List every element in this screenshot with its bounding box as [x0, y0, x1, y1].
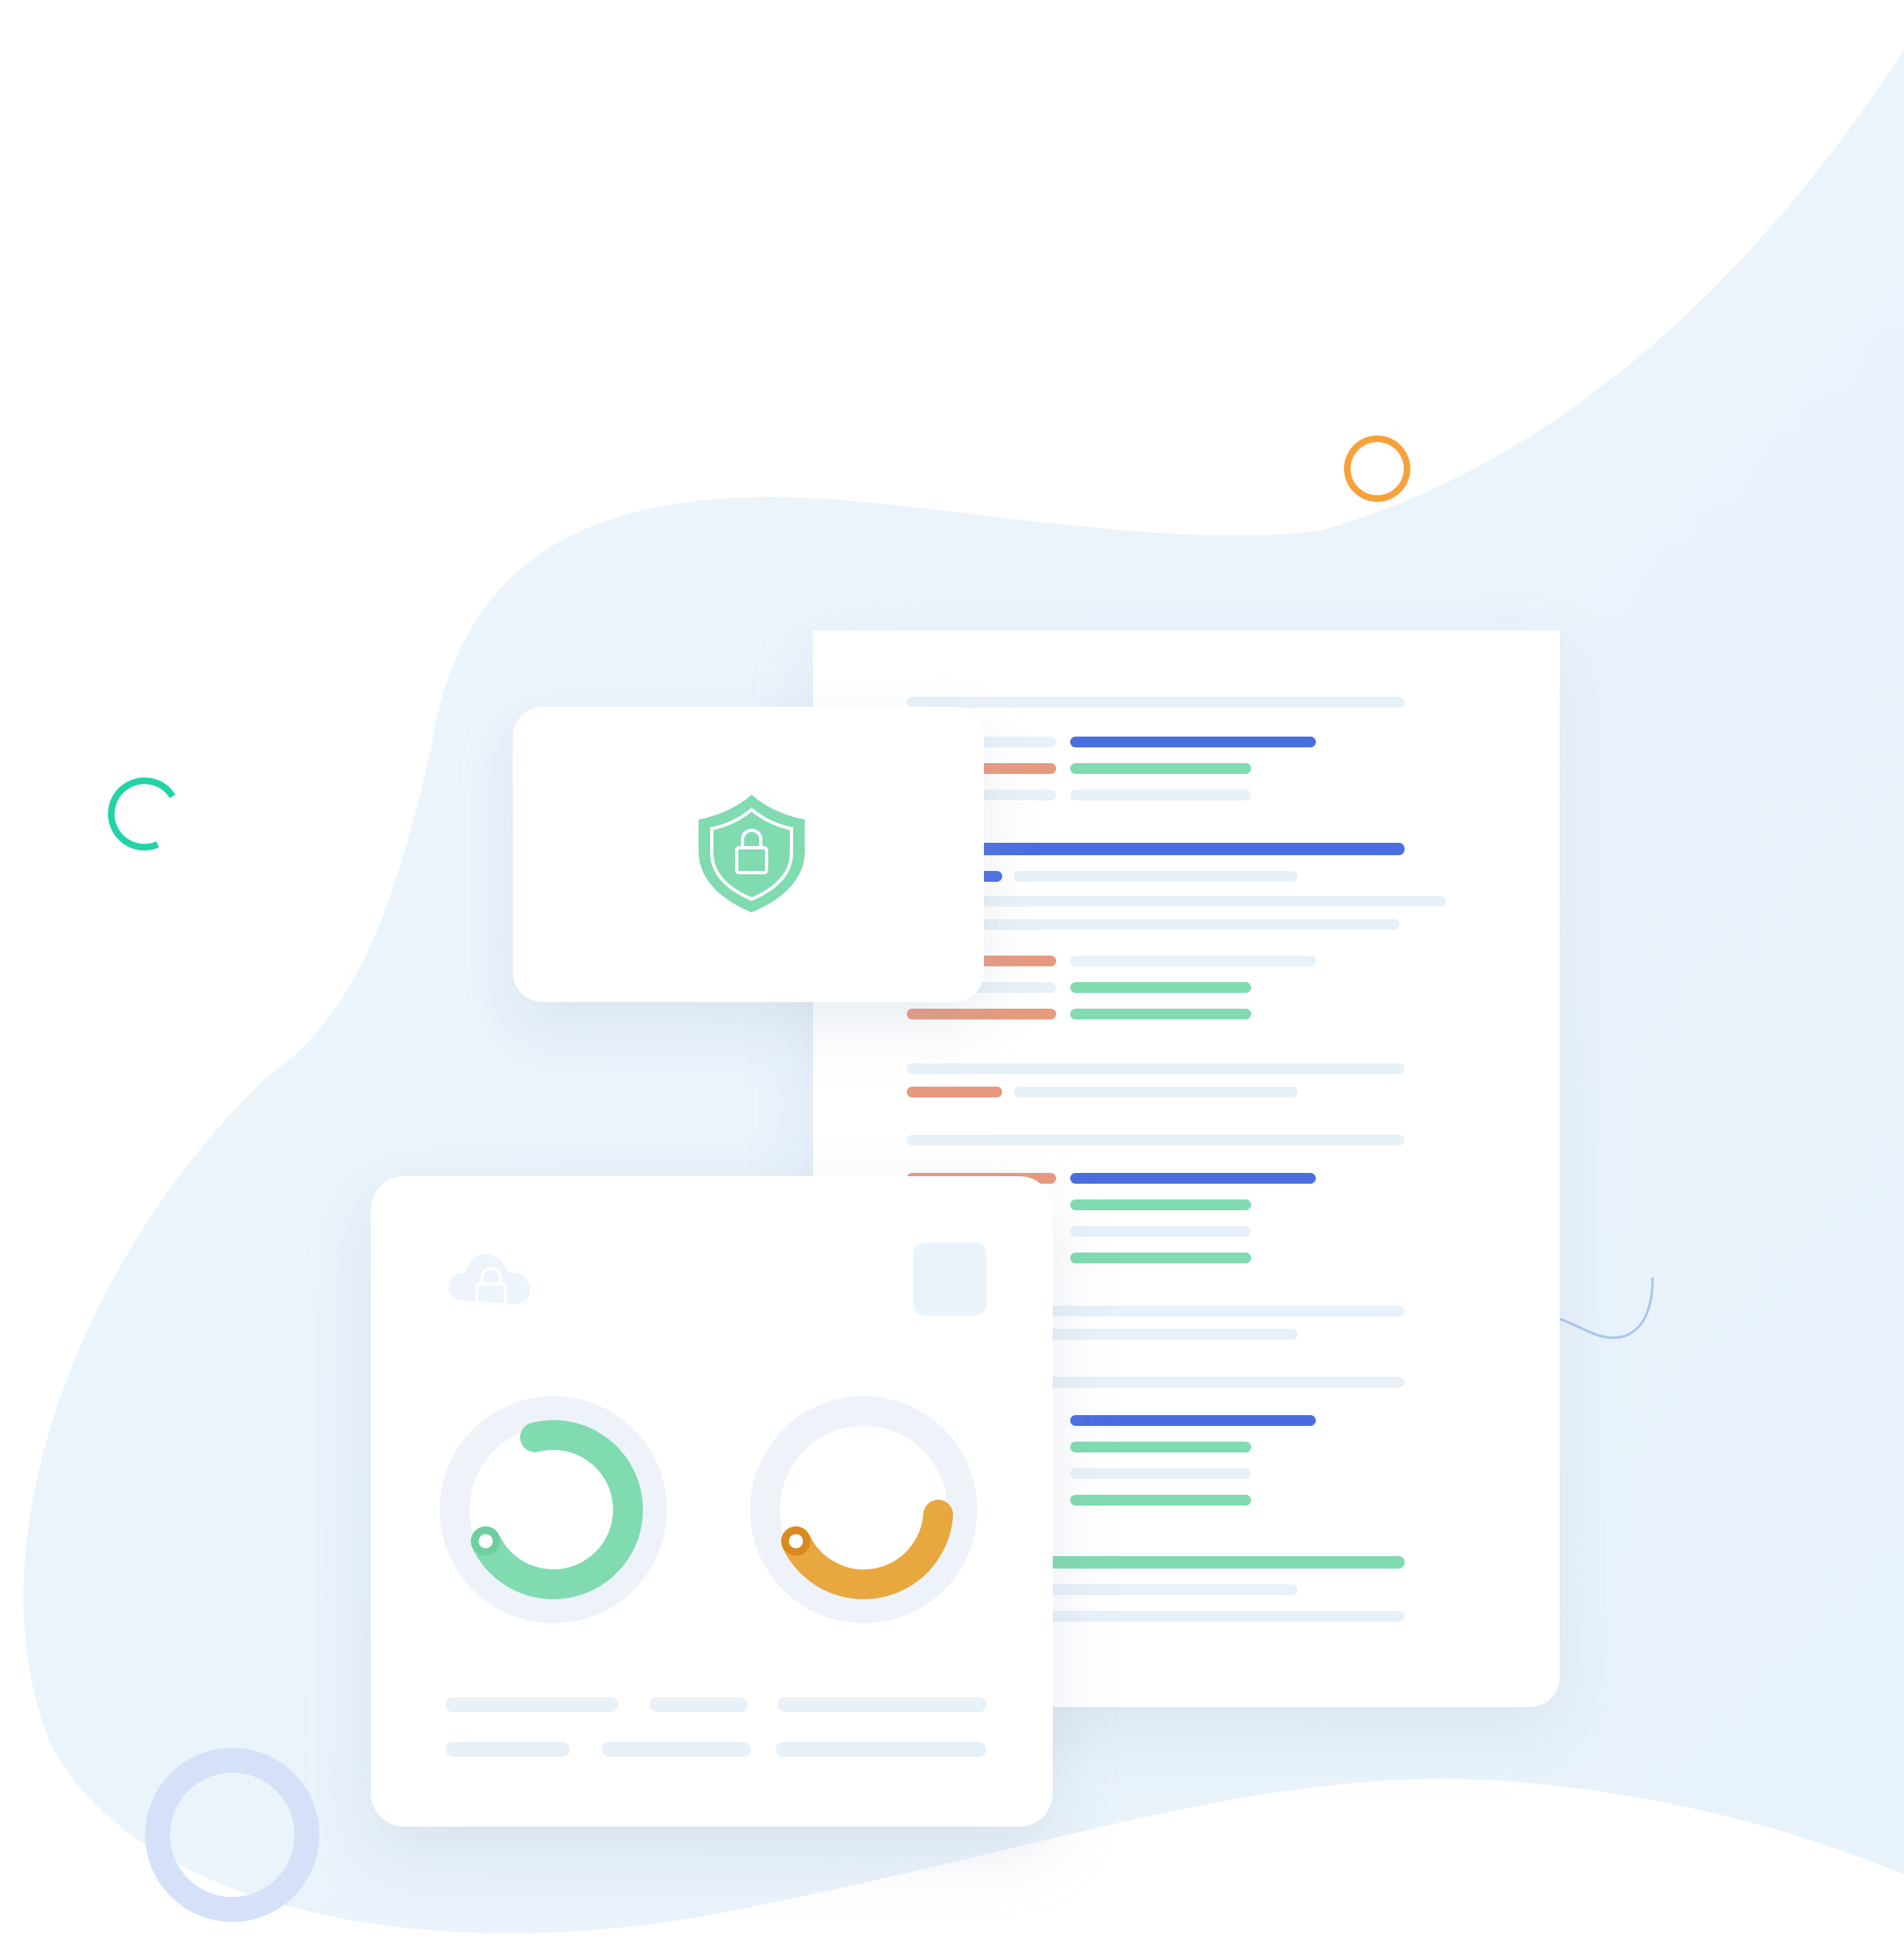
doc-line	[1070, 790, 1251, 800]
security-card	[513, 707, 984, 1002]
doc-line	[907, 896, 1446, 907]
doc-line	[1070, 1226, 1251, 1237]
doc-line	[1070, 1009, 1251, 1019]
green-gauge-knob	[470, 1526, 500, 1556]
stats-card	[371, 1176, 1053, 1827]
doc-line	[907, 1087, 1002, 1097]
doc-line	[1070, 763, 1251, 774]
doc-line	[1014, 1087, 1298, 1097]
doc-line	[907, 1009, 1056, 1019]
green-gauge	[470, 1419, 643, 1599]
shield-lock-icon	[699, 795, 805, 912]
orange-gauge-knob	[781, 1526, 811, 1556]
cloud-lock-icon	[448, 1253, 530, 1309]
stats-line	[446, 1697, 618, 1712]
orange-ring	[1344, 435, 1410, 502]
light-blue-ring	[145, 1748, 319, 1922]
stats-line	[777, 1697, 986, 1712]
stats-line	[776, 1742, 986, 1757]
doc-line	[1037, 1329, 1298, 1340]
toggle-square	[913, 1243, 986, 1316]
doc-line	[1070, 956, 1316, 966]
teal-arc	[108, 777, 176, 851]
doc-line	[907, 697, 1405, 708]
doc-line	[1070, 1253, 1251, 1263]
doc-line	[1037, 1306, 1405, 1316]
stats-line	[650, 1697, 747, 1712]
illustration-canvas	[0, 0, 1904, 1946]
doc-line	[907, 1063, 1405, 1074]
doc-line	[907, 1135, 1405, 1146]
doc-line	[1070, 1199, 1251, 1210]
stats-line	[601, 1742, 751, 1757]
doc-line	[1070, 737, 1316, 747]
doc-line	[1070, 982, 1251, 993]
thin-curve	[1560, 1277, 1654, 1340]
doc-line	[1070, 1173, 1316, 1184]
orange-gauge	[781, 1500, 953, 1599]
stats-line	[446, 1742, 570, 1757]
doc-line	[1014, 871, 1298, 882]
gauge-group	[440, 1396, 977, 1623]
doc-line	[1037, 1377, 1405, 1388]
